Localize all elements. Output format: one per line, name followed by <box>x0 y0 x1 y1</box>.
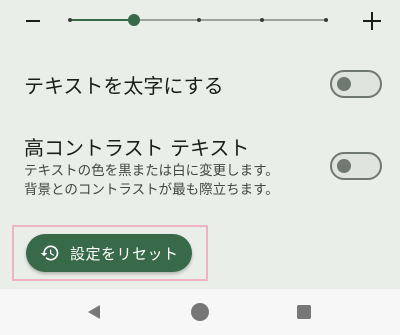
slider-thumb[interactable] <box>128 14 140 26</box>
slider-tick <box>260 18 264 22</box>
bold-text-toggle[interactable] <box>330 70 382 98</box>
toggle-knob <box>337 77 351 91</box>
reset-settings-label: 設定をリセット <box>70 244 179 263</box>
slider-tick <box>197 18 201 22</box>
system-navigation-bar <box>0 289 400 335</box>
plus-icon[interactable] <box>363 12 381 30</box>
minus-icon[interactable] <box>26 9 42 33</box>
font-size-slider[interactable] <box>0 0 400 44</box>
reset-settings-button[interactable]: 設定をリセット <box>26 234 192 272</box>
high-contrast-toggle[interactable] <box>330 152 382 180</box>
slider-track-active <box>70 19 134 21</box>
high-contrast-title: 高コントラスト テキスト <box>24 136 250 160</box>
back-icon[interactable] <box>88 305 100 319</box>
toggle-knob <box>337 159 351 173</box>
description-line: 背景とのコントラストが最も際立ちます。 <box>24 182 279 198</box>
slider-tick <box>68 18 72 22</box>
history-icon <box>40 245 59 261</box>
slider-tick <box>324 18 328 22</box>
recents-icon[interactable] <box>297 305 311 319</box>
home-icon[interactable] <box>191 303 209 321</box>
